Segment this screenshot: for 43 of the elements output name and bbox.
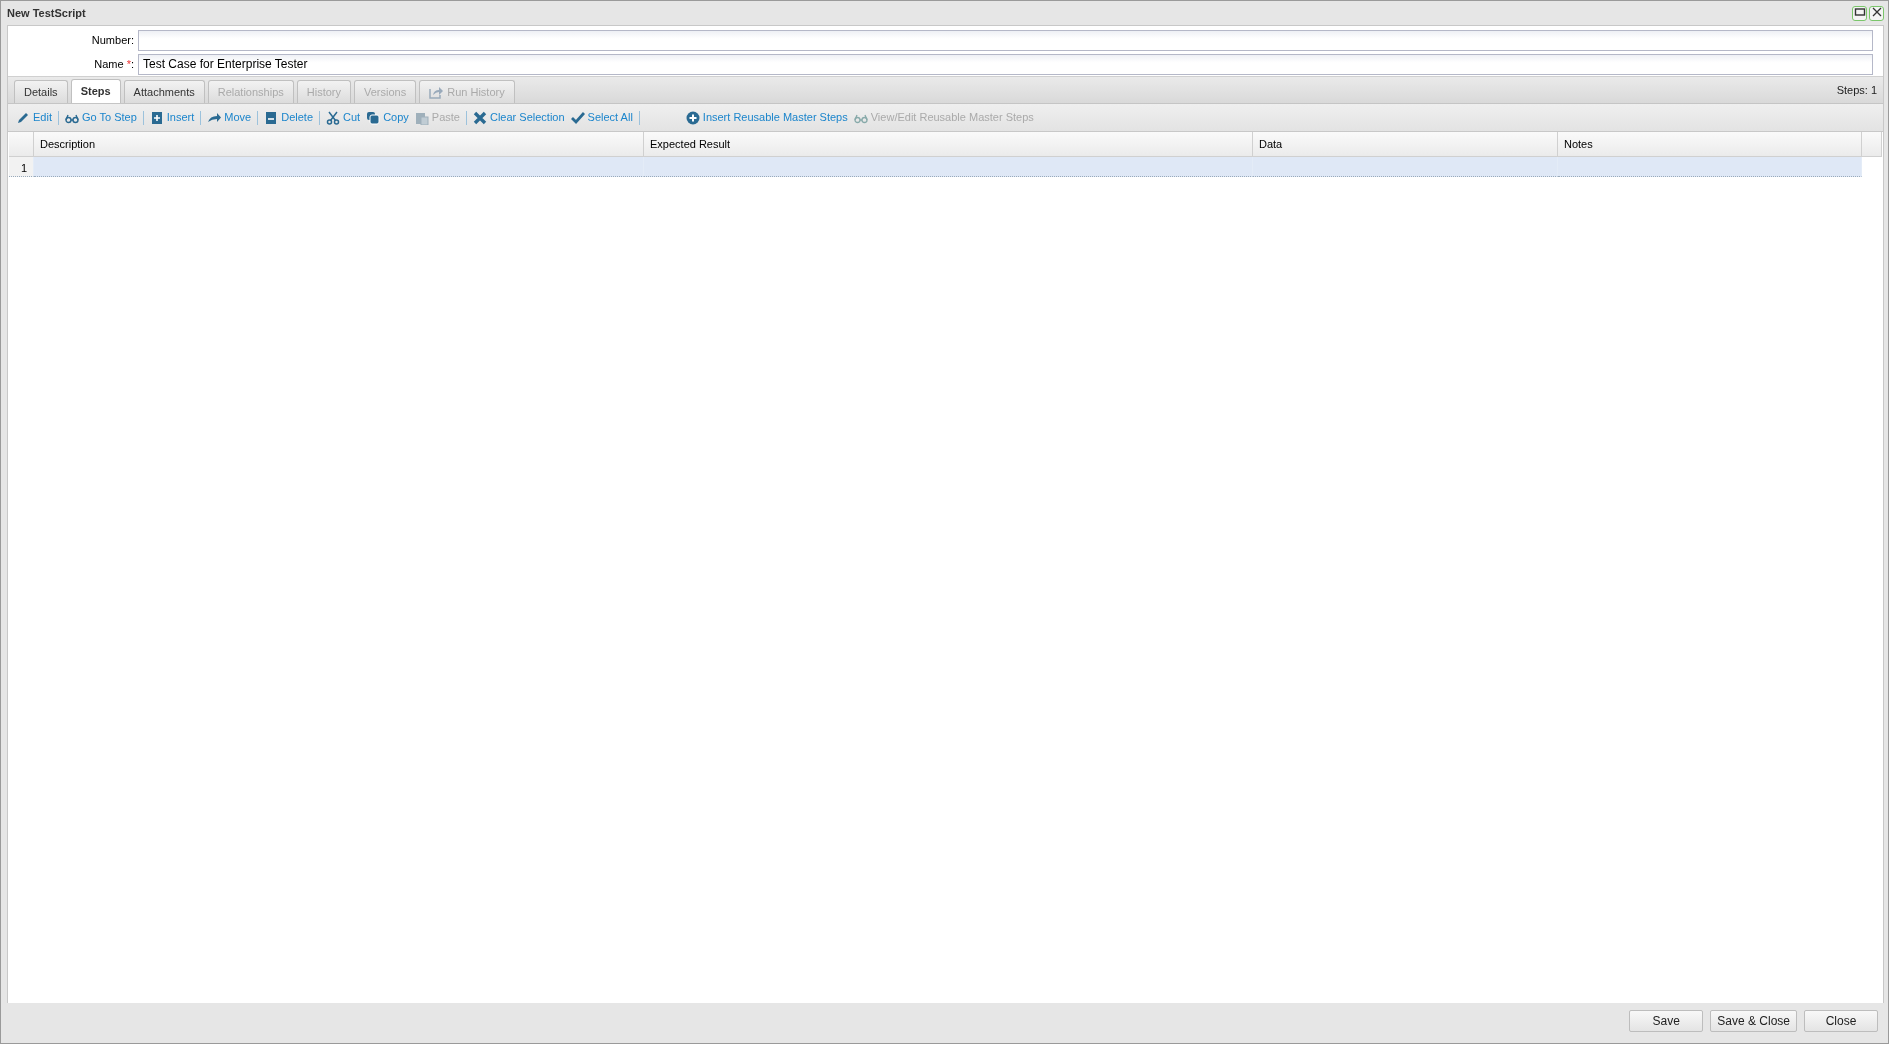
- table-cell[interactable]: [1558, 157, 1862, 177]
- add-document-icon: [149, 110, 164, 125]
- toolbar-button[interactable]: Insert Reusable Master Steps: [682, 109, 851, 126]
- delete-document-icon: [264, 110, 279, 125]
- share-icon: [429, 85, 444, 99]
- column-header[interactable]: Notes: [1558, 132, 1862, 157]
- toolbar-button[interactable]: Copy: [363, 109, 412, 126]
- paste-icon: [414, 110, 429, 125]
- name-field[interactable]: Test Case for Enterprise Tester: [138, 53, 1873, 75]
- tab[interactable]: Attachments: [123, 80, 205, 103]
- tab[interactable]: Steps: [70, 79, 121, 103]
- checkmark-icon: [570, 110, 585, 125]
- window-title: New TestScript: [7, 5, 86, 21]
- column-header[interactable]: Description: [34, 132, 644, 157]
- toolbar-button[interactable]: Delete: [261, 109, 317, 126]
- table-cell[interactable]: [34, 157, 644, 177]
- column-header[interactable]: Data: [1253, 132, 1558, 157]
- scissors-icon: [326, 110, 341, 125]
- footer-button[interactable]: Close: [1804, 1010, 1878, 1032]
- number-field[interactable]: [138, 29, 1873, 51]
- close-button[interactable]: [1869, 5, 1884, 21]
- add-icon: [685, 110, 700, 125]
- pencil-icon: [16, 110, 30, 125]
- steps-count: Steps: 1: [1836, 82, 1877, 98]
- clear-icon: [473, 110, 487, 125]
- toolbar-button[interactable]: Select All: [567, 109, 636, 126]
- row-number: 1: [9, 157, 34, 177]
- table-cell[interactable]: [1253, 157, 1558, 177]
- toolbar-button[interactable]: Cut: [323, 109, 364, 126]
- column-header[interactable]: Expected Result: [644, 132, 1253, 157]
- toolbar-button[interactable]: Insert: [146, 109, 198, 126]
- field-label: Number:: [90, 32, 135, 48]
- footer-button[interactable]: Save: [1629, 1010, 1704, 1032]
- toolbar-button[interactable]: Go To Step: [61, 109, 140, 126]
- tab[interactable]: Details: [14, 80, 68, 103]
- footer-button[interactable]: Save & Close: [1710, 1010, 1797, 1032]
- field-label: Name *:: [93, 56, 135, 72]
- toolbar-button[interactable]: Move: [204, 109, 255, 126]
- toolbar-button[interactable]: Clear Selection: [470, 109, 568, 126]
- table-cell[interactable]: [644, 157, 1253, 177]
- maximize-button[interactable]: [1852, 5, 1867, 21]
- toolbar-button[interactable]: Edit: [13, 109, 55, 126]
- copy-icon: [366, 110, 381, 125]
